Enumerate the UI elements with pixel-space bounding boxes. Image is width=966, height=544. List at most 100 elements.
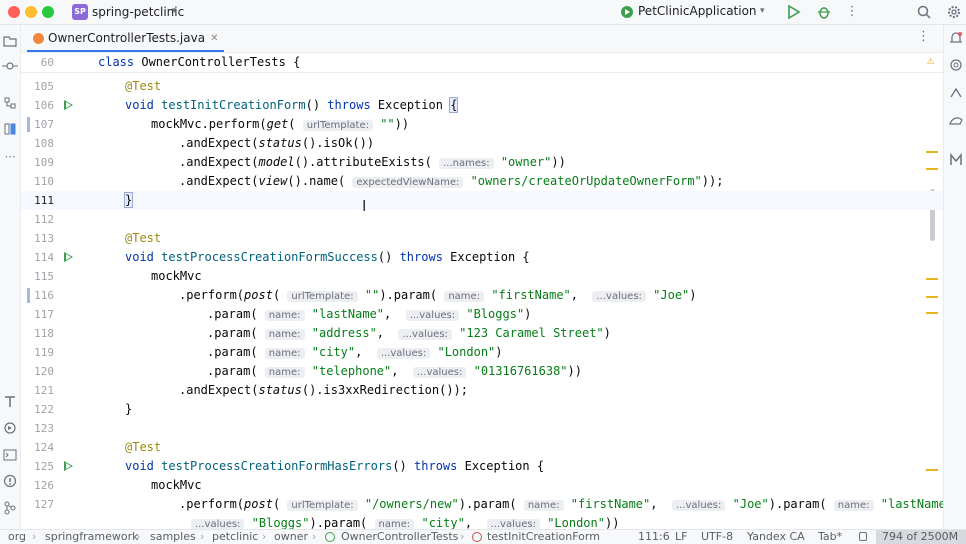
warning-icon[interactable]: ⚠ [927,53,934,67]
run-test-gutter-icon[interactable] [64,252,73,262]
code-formatter[interactable]: Yandex CA [747,530,805,544]
right-tool-strip [943,25,966,529]
sticky-header[interactable]: 60 class OwnerControllerTests { ⚠ [21,53,943,73]
code-line[interactable]: 112 [21,210,943,229]
code-line[interactable]: 107 mockMvc.perform(get( urlTemplate: ""… [21,115,943,134]
commit-icon[interactable] [2,58,18,74]
search-icon[interactable] [917,5,931,19]
line-number: 60 [40,56,54,69]
line-number: 106 [34,99,54,112]
code-line[interactable]: 105 @Test [21,77,943,96]
code-line[interactable]: ...values: "Bloggs").param( name: "city"… [21,514,943,529]
code-line-current[interactable]: 111 } [21,191,943,210]
ai-assistant-icon[interactable] [948,57,964,73]
code-line[interactable]: 110 .andExpect(view().name( expectedView… [21,172,943,191]
code-line[interactable]: 106 void testInitCreationForm() throws E… [21,96,943,115]
code-line[interactable]: 119 .param( name: "city", ...values: "Lo… [21,343,943,362]
project-folder-icon[interactable] [2,33,18,49]
line-number: 117 [34,308,54,321]
tab-options-icon[interactable]: ⋮ [917,29,930,44]
project-badge[interactable]: SP [72,4,88,20]
indent-setting[interactable]: Tab* [818,530,842,544]
maven-icon[interactable] [948,152,964,168]
line-number: 124 [34,441,54,454]
breadcrumb-separator: › [200,530,205,543]
code-line[interactable]: 122 } [21,400,943,419]
code-line[interactable]: 121 .andExpect(status().is3xxRedirection… [21,381,943,400]
breadcrumb-item[interactable]: testInitCreationForm [487,530,600,544]
minimize-window-button[interactable] [25,6,37,18]
breadcrumb-item[interactable]: owner [274,530,308,544]
left-tool-strip: ⋯ [0,25,21,529]
line-number: 107 [34,118,54,131]
code-editor[interactable]: 60 class OwnerControllerTests { ⚠ 105 @T… [21,53,943,529]
code-line[interactable]: 118 .param( name: "address", ...values: … [21,324,943,343]
more-actions-icon[interactable]: ⋮ [843,3,861,21]
close-window-button[interactable] [8,6,20,18]
line-number: 109 [34,156,54,169]
breadcrumb-item[interactable]: org [8,530,26,544]
problems-icon[interactable] [2,473,18,489]
project-name[interactable]: spring-petclinic [92,5,184,19]
code-line[interactable]: 123 [21,419,943,438]
line-number: 119 [34,346,54,359]
memory-indicator[interactable]: 794 of 2500M [876,530,966,544]
line-number: 120 [34,365,54,378]
code-line[interactable]: 124 @Test [21,438,943,457]
line-number: 126 [34,479,54,492]
debug-icon[interactable] [816,4,832,20]
lock-icon[interactable] [859,532,867,541]
line-number: 127 [34,498,54,511]
code-line[interactable]: 125 void testProcessCreationFormHasError… [21,457,943,476]
breadcrumb-item[interactable]: samples [150,530,196,544]
run-config-selector[interactable]: PetClinicApplication [638,4,757,18]
terminal-icon[interactable] [2,447,18,463]
close-tab-icon[interactable]: ✕ [210,33,218,44]
code-line[interactable]: 120 .param( name: "telephone", ...values… [21,362,943,381]
line-number: 115 [34,270,54,283]
cursor-position[interactable]: 111:6 [638,530,670,544]
notifications-bell-icon[interactable] [948,30,964,46]
code-line[interactable]: 117 .param( name: "lastName", ...values:… [21,305,943,324]
breadcrumb-separator: › [460,530,465,543]
java-class-icon [33,33,44,44]
code-line[interactable]: 114 void testProcessCreationFormSuccess(… [21,248,943,267]
chevron-down-icon[interactable]: ▾ [760,6,765,16]
zoom-window-button[interactable] [42,6,54,18]
sticky-code: class OwnerControllerTests { [98,55,301,69]
method-icon [472,532,482,542]
class-icon [325,532,335,542]
code-line[interactable]: 127 .perform(post( urlTemplate: "/owners… [21,495,943,514]
line-number: 125 [34,460,54,473]
line-separator[interactable]: LF [675,530,687,544]
run-test-gutter-icon[interactable] [64,461,73,471]
git-icon[interactable] [2,500,18,516]
code-line[interactable]: 115 mockMvc [21,267,943,286]
more-tools-icon[interactable]: ⋯ [2,149,18,165]
structure-icon[interactable] [2,95,18,111]
breadcrumb-item[interactable]: OwnerControllerTests [341,530,458,544]
tab-owner-controller-tests[interactable]: OwnerControllerTests.java ✕ [27,25,225,52]
settings-gear-icon[interactable] [946,4,962,20]
bookmarks-icon[interactable] [2,121,18,137]
line-number: 105 [34,80,54,93]
code-line[interactable]: 116 .perform(post( urlTemplate: "").para… [21,286,943,305]
code-line[interactable]: 108 .andExpect(status().isOk()) [21,134,943,153]
build-hammer-icon[interactable] [2,393,18,409]
code-line[interactable]: 126 mockMvc [21,476,943,495]
run-test-gutter-icon[interactable] [64,100,73,110]
code-line[interactable]: 113 @Test [21,229,943,248]
chevron-down-icon[interactable]: ▾ [172,6,177,16]
line-number: 110 [34,175,54,188]
breadcrumb-item[interactable]: petclinic [212,530,258,544]
code-line[interactable]: 109 .andExpect(model().attributeExists( … [21,153,943,172]
file-encoding[interactable]: UTF-8 [701,530,733,544]
copilot-icon[interactable] [948,85,964,101]
breadcrumb-item[interactable]: springframework [45,530,138,544]
gradle-icon[interactable] [948,112,964,128]
breadcrumb-separator: › [136,530,141,543]
line-number: 123 [34,422,54,435]
line-number: 122 [34,403,54,416]
services-icon[interactable] [2,420,18,436]
run-icon[interactable] [787,4,801,20]
